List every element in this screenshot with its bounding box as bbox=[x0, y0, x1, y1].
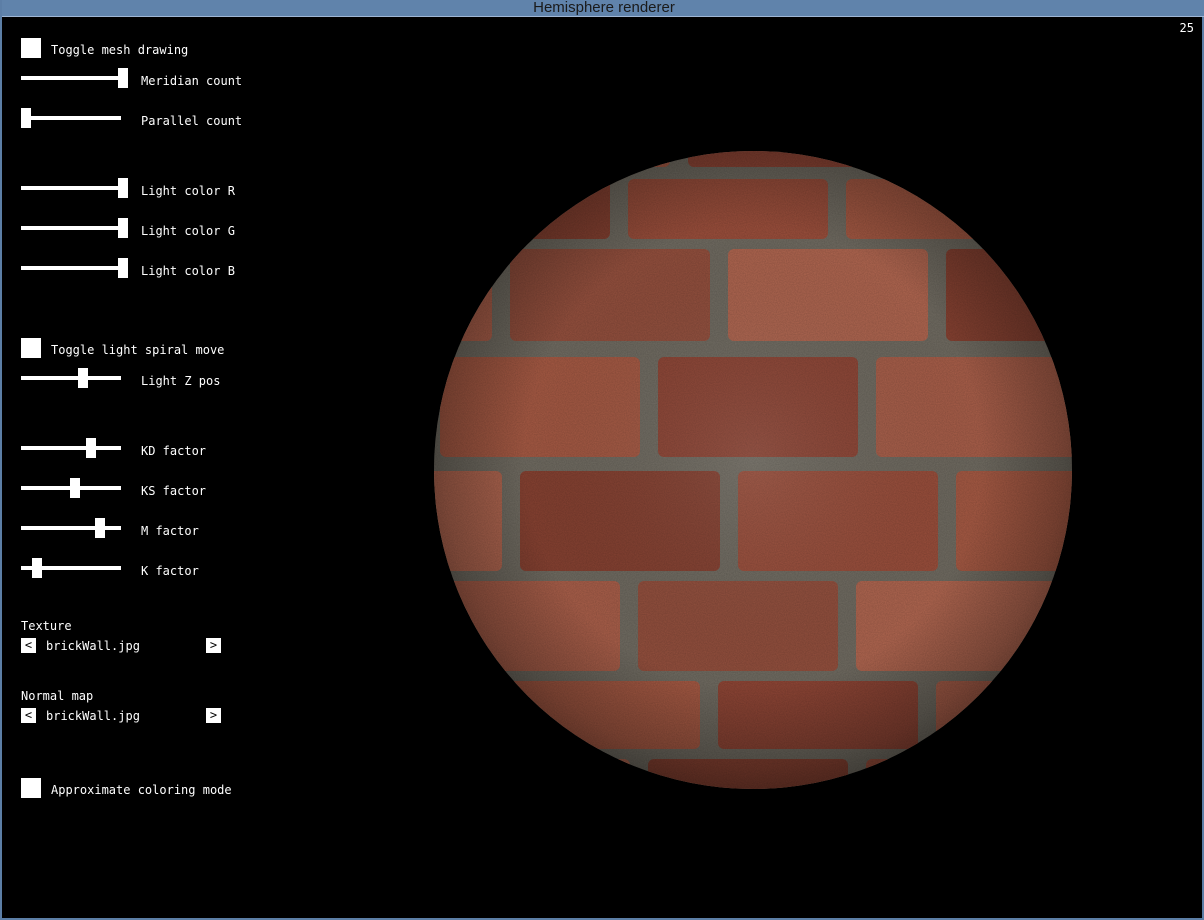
parallel-count-label: Parallel count bbox=[141, 114, 243, 128]
k-factor-label: K factor bbox=[141, 564, 199, 578]
kd-factor-label: KD factor bbox=[141, 444, 207, 458]
k-factor-slider[interactable] bbox=[21, 558, 121, 578]
slider-thumb[interactable] bbox=[95, 518, 105, 538]
brick bbox=[434, 681, 482, 749]
slider-track bbox=[21, 446, 121, 450]
light-z-pos-label: Light Z pos bbox=[141, 374, 221, 388]
texture-label: Texture bbox=[21, 619, 72, 633]
normal-map-file-name: brickWall.jpg bbox=[46, 709, 140, 723]
ks-factor-slider[interactable] bbox=[21, 478, 121, 498]
texture-file-name: brickWall.jpg bbox=[46, 639, 140, 653]
render-viewport[interactable] bbox=[432, 149, 1074, 791]
brick-sphere bbox=[434, 151, 1072, 789]
normal-map-label: Normal map bbox=[21, 689, 94, 703]
toggle-mesh-label: Toggle mesh drawing bbox=[51, 43, 189, 57]
title-bar[interactable]: Hemisphere renderer bbox=[2, 0, 1204, 17]
parallel-count-slider[interactable] bbox=[21, 108, 121, 128]
slider-track bbox=[21, 186, 121, 190]
m-factor-label: M factor bbox=[141, 524, 199, 538]
normal-map-prev-button[interactable]: < bbox=[21, 708, 36, 723]
slider-thumb[interactable] bbox=[118, 258, 128, 278]
normal-map-next-button[interactable]: > bbox=[206, 708, 221, 723]
slider-thumb[interactable] bbox=[118, 68, 128, 88]
slider-track bbox=[21, 226, 121, 230]
brick bbox=[1064, 179, 1072, 239]
toggle-spiral-label: Toggle light spiral move bbox=[51, 343, 225, 357]
light-color-b-slider[interactable] bbox=[21, 258, 128, 278]
meridian-count-slider[interactable] bbox=[21, 68, 128, 88]
texture-next-button[interactable]: > bbox=[206, 638, 221, 653]
approximate-coloring-checkbox[interactable] bbox=[21, 778, 41, 798]
light-color-b-label: Light color B bbox=[141, 264, 235, 278]
slider-track bbox=[21, 526, 121, 530]
light-color-g-slider[interactable] bbox=[21, 218, 128, 238]
window-title: Hemisphere renderer bbox=[533, 0, 675, 16]
slider-thumb[interactable] bbox=[86, 438, 96, 458]
texture-prev-button[interactable]: < bbox=[21, 638, 36, 653]
slider-track bbox=[21, 116, 121, 120]
toggle-mesh-checkbox[interactable] bbox=[21, 38, 41, 58]
light-color-g-label: Light color G bbox=[141, 224, 235, 238]
fps-counter: 25 bbox=[1179, 21, 1194, 35]
ks-factor-label: KS factor bbox=[141, 484, 207, 498]
slider-track bbox=[21, 76, 121, 80]
brick bbox=[866, 759, 1066, 789]
slider-thumb[interactable] bbox=[70, 478, 80, 498]
brick bbox=[434, 151, 452, 167]
slider-thumb[interactable] bbox=[21, 108, 31, 128]
brick bbox=[906, 151, 1072, 167]
slider-thumb[interactable] bbox=[118, 178, 128, 198]
approximate-coloring-label: Approximate coloring mode bbox=[51, 783, 232, 797]
m-factor-slider[interactable] bbox=[21, 518, 121, 538]
slider-thumb[interactable] bbox=[32, 558, 42, 578]
slider-thumb[interactable] bbox=[78, 368, 88, 388]
toggle-spiral-checkbox[interactable] bbox=[21, 338, 41, 358]
app-window: Hemisphere renderer 25 Toggle mesh drawi… bbox=[0, 0, 1204, 920]
light-color-r-label: Light color R bbox=[141, 184, 235, 198]
brick bbox=[470, 151, 670, 167]
slider-track bbox=[21, 266, 121, 270]
meridian-count-label: Meridian count bbox=[141, 74, 243, 88]
slider-thumb[interactable] bbox=[118, 218, 128, 238]
slider-track bbox=[21, 376, 121, 380]
light-z-pos-slider[interactable] bbox=[21, 368, 121, 388]
kd-factor-slider[interactable] bbox=[21, 438, 121, 458]
brick bbox=[434, 759, 630, 789]
sphere-shading bbox=[434, 151, 1072, 789]
light-color-r-slider[interactable] bbox=[21, 178, 128, 198]
